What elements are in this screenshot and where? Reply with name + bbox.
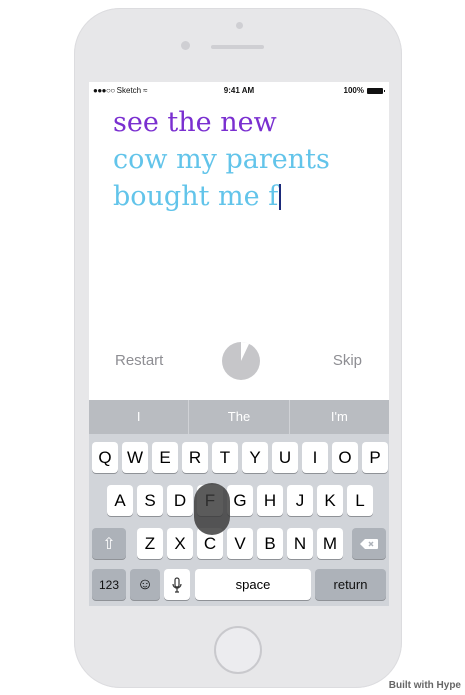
status-bar: ●●●○○ Sketch ≈ 9:41 AM 100% <box>89 82 389 100</box>
key-p[interactable]: P <box>362 442 388 473</box>
key-n[interactable]: N <box>287 528 313 559</box>
status-right: 100% <box>343 86 385 95</box>
suggestion-2[interactable]: The <box>189 400 290 434</box>
key-d[interactable]: D <box>167 485 193 516</box>
key-m[interactable]: M <box>317 528 343 559</box>
key-j[interactable]: J <box>287 485 313 516</box>
phone-screen: ●●●○○ Sketch ≈ 9:41 AM 100% see the new … <box>89 82 389 606</box>
key-x[interactable]: X <box>167 528 193 559</box>
key-r[interactable]: R <box>182 442 208 473</box>
prompt-remaining-line-1: cow my parents <box>113 144 330 175</box>
text-caret <box>279 184 282 210</box>
prompt-typed-text: see the new <box>113 107 277 138</box>
battery-icon <box>367 87 385 94</box>
key-row-1: Q W E R T Y U I O P <box>89 442 389 474</box>
battery-percent: 100% <box>343 86 364 95</box>
dictation-key[interactable] <box>164 569 190 600</box>
delete-key[interactable] <box>352 528 386 559</box>
key-c[interactable]: C <box>197 528 223 559</box>
skip-button[interactable]: Skip <box>333 352 362 369</box>
return-key[interactable]: return <box>315 569 386 600</box>
key-h[interactable]: H <box>257 485 283 516</box>
microphone-icon <box>172 576 182 593</box>
earpiece-speaker <box>211 45 264 49</box>
key-row-3: ⇧ Z X C V B N M <box>89 528 389 560</box>
key-l[interactable]: L <box>347 485 373 516</box>
key-s[interactable]: S <box>137 485 163 516</box>
emoji-icon: ☺ <box>136 575 154 593</box>
suggestion-3[interactable]: I'm <box>290 400 389 434</box>
key-g[interactable]: G <box>227 485 253 516</box>
emoji-key[interactable]: ☺ <box>130 569 160 600</box>
backspace-icon <box>360 538 378 549</box>
key-i[interactable]: I <box>302 442 328 473</box>
controls-bar: Restart Skip <box>89 342 389 382</box>
restart-button[interactable]: Restart <box>115 352 163 369</box>
key-u[interactable]: U <box>272 442 298 473</box>
key-o[interactable]: O <box>332 442 358 473</box>
shift-arrow-icon: ⇧ <box>102 535 116 553</box>
key-q[interactable]: Q <box>92 442 118 473</box>
built-with-hype-label: Built with Hype <box>388 680 461 691</box>
suggestion-1[interactable]: I <box>89 400 190 434</box>
key-e[interactable]: E <box>152 442 178 473</box>
key-b[interactable]: B <box>257 528 283 559</box>
keyboard: I The I'm Q W E R T Y U I O P A S D F G … <box>89 400 389 606</box>
key-row-2: A S D F G H J K L <box>89 485 389 517</box>
front-camera <box>181 41 190 50</box>
key-row-4: 123 ☺ space return <box>89 569 389 601</box>
suggestion-bar: I The I'm <box>89 400 389 434</box>
home-button[interactable] <box>214 626 262 674</box>
key-w[interactable]: W <box>122 442 148 473</box>
key-y[interactable]: Y <box>242 442 268 473</box>
prompt-remaining-text: bought me f <box>113 181 279 212</box>
key-f[interactable]: F <box>197 485 223 516</box>
key-v[interactable]: V <box>227 528 253 559</box>
key-k[interactable]: K <box>317 485 343 516</box>
numbers-key[interactable]: 123 <box>92 569 126 600</box>
shift-key[interactable]: ⇧ <box>92 528 126 559</box>
prompt-remaining-line-2: bought me f <box>113 178 330 215</box>
timer-pie-icon <box>222 342 260 380</box>
key-a[interactable]: A <box>107 485 133 516</box>
sensor-dot <box>236 22 243 29</box>
space-key[interactable]: space <box>195 569 311 600</box>
key-z[interactable]: Z <box>137 528 163 559</box>
typing-prompt: see the new cow my parents bought me f <box>113 104 330 215</box>
key-t[interactable]: T <box>212 442 238 473</box>
